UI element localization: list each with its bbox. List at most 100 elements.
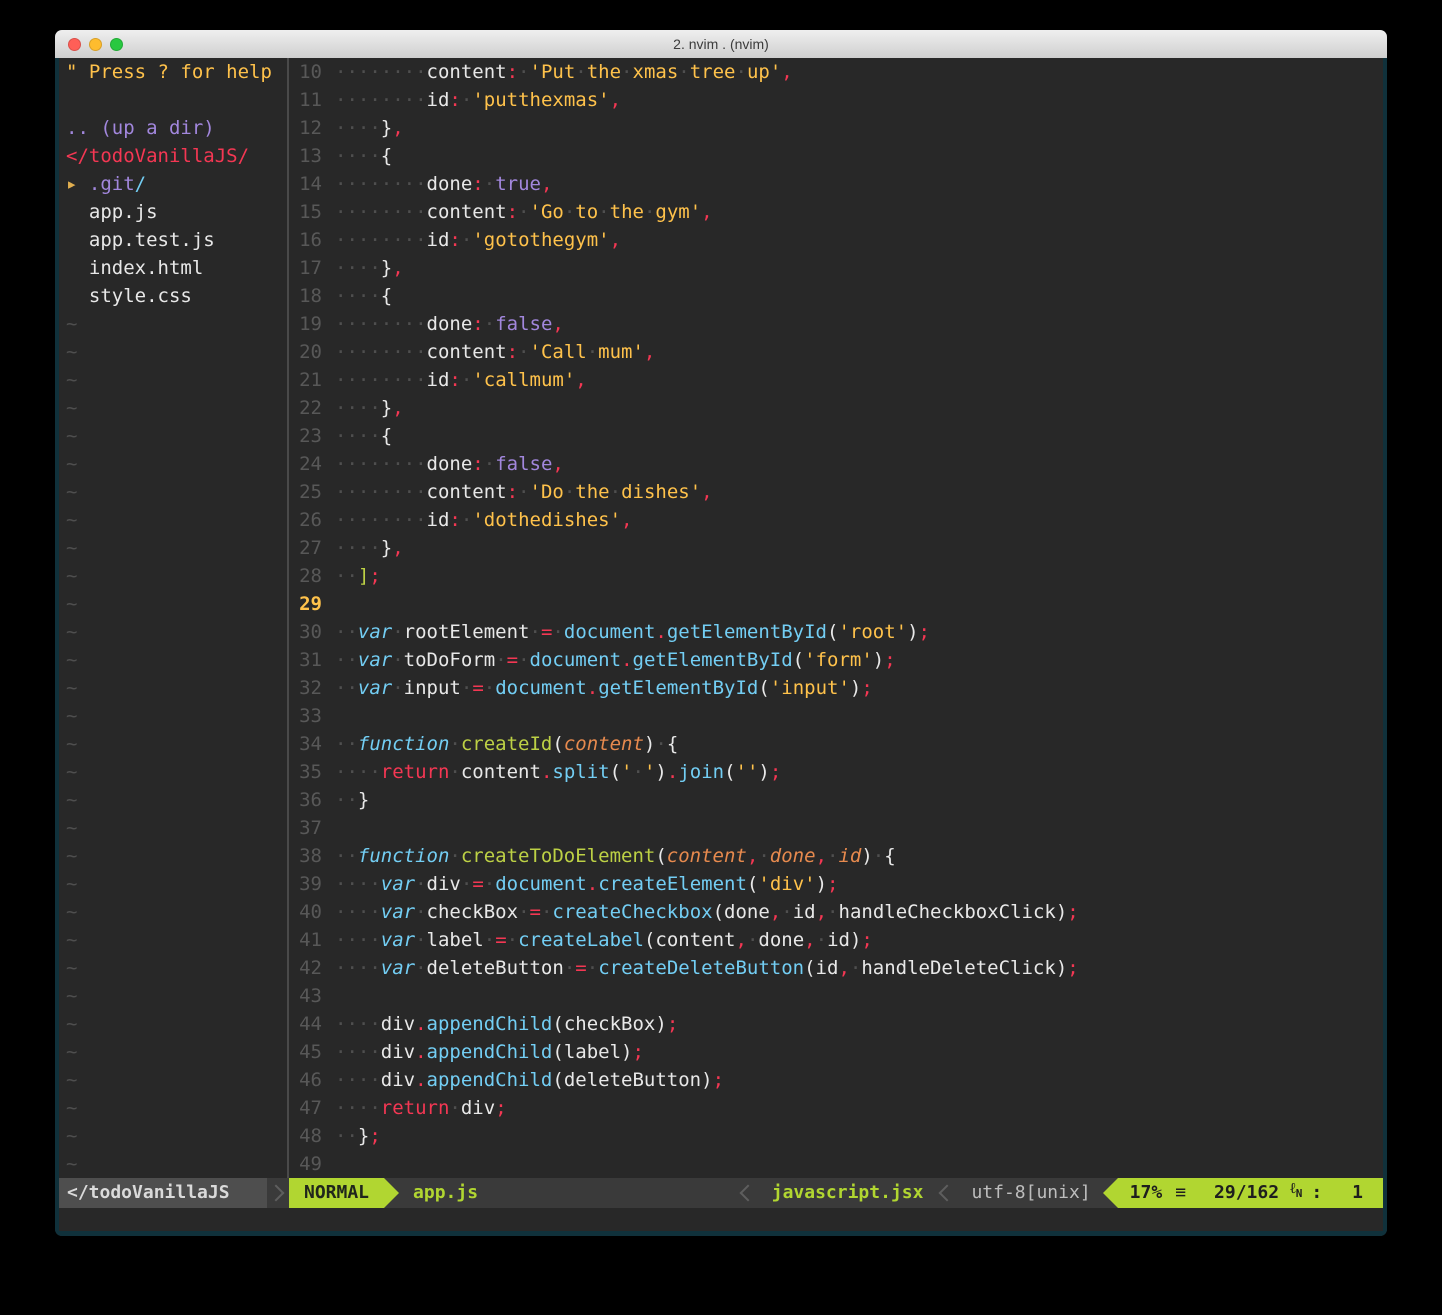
code-token: =: [472, 677, 483, 699]
code-line[interactable]: 11········id:·'putthexmas',: [289, 86, 1383, 114]
line-number: 31: [289, 646, 335, 674]
code-line[interactable]: 44····div.appendChild(checkBox);: [289, 1010, 1383, 1038]
empty-buffer-row: ~: [59, 1094, 287, 1122]
code-line[interactable]: 43: [289, 982, 1383, 1010]
space-dot: ········: [335, 173, 427, 195]
space-dot: ··: [335, 677, 358, 699]
tree-item[interactable]: </todoVanillaJS/: [59, 142, 287, 170]
tilde-marker: ~: [66, 901, 77, 923]
tilde-marker: ~: [66, 509, 77, 531]
code-line[interactable]: 20········content:·'Call·mum',: [289, 338, 1383, 366]
tree-item[interactable]: app.js: [59, 198, 287, 226]
space-dot: ·: [564, 201, 575, 223]
code-line[interactable]: 35····return·content.split('·').join('')…: [289, 758, 1383, 786]
code-line[interactable]: 14········done:·true,: [289, 170, 1383, 198]
code-line[interactable]: 39····var·div·=·document.createElement('…: [289, 870, 1383, 898]
code-token: var: [358, 677, 392, 699]
code-line[interactable]: 18····{: [289, 282, 1383, 310]
code-line[interactable]: 16········id:·'gotothegym',: [289, 226, 1383, 254]
code-token: ,: [804, 929, 815, 951]
code-token: rootElement: [404, 621, 530, 643]
code-line[interactable]: 36··}: [289, 786, 1383, 814]
line-number: 37: [289, 814, 335, 842]
code-token: ): [621, 1041, 632, 1063]
code-line[interactable]: 27····},: [289, 534, 1383, 562]
code-line[interactable]: 34··function·createId(content)·{: [289, 730, 1383, 758]
tree-item[interactable]: app.test.js: [59, 226, 287, 254]
statusline-position-segment: 17% ≡ 29/162 ℓN : 1: [1118, 1178, 1383, 1208]
space-dot: ·: [735, 61, 746, 83]
zoom-button[interactable]: [110, 38, 123, 51]
code-token: content: [564, 733, 644, 755]
nerdtree-panel: " Press ? for help .. (up a dir) </todoVan…: [59, 58, 287, 1178]
code-token: =: [530, 901, 541, 923]
code-line[interactable]: 19········done:·false,: [289, 310, 1383, 338]
code-line[interactable]: 26········id:·'dothedishes',: [289, 506, 1383, 534]
code-token: ;: [633, 1041, 644, 1063]
code-line[interactable]: 23····{: [289, 422, 1383, 450]
code-line[interactable]: 37: [289, 814, 1383, 842]
code-token: ,: [701, 481, 712, 503]
code-line[interactable]: 21········id:·'callmum',: [289, 366, 1383, 394]
code-line[interactable]: 29: [289, 590, 1383, 618]
space-dot: ········: [335, 89, 427, 111]
code-token: ): [758, 761, 769, 783]
code-line[interactable]: 40····var·checkBox·=·createCheckbox(done…: [289, 898, 1383, 926]
code-line[interactable]: 48··};: [289, 1122, 1383, 1150]
line-number: 12: [289, 114, 335, 142]
code-token: .: [667, 761, 678, 783]
code-line[interactable]: 42····var·deleteButton·=·createDeleteBut…: [289, 954, 1383, 982]
line-number: 40: [289, 898, 335, 926]
code-line[interactable]: 17····},: [289, 254, 1383, 282]
code-token: ;: [919, 621, 930, 643]
space-dot: ····: [335, 425, 381, 447]
titlebar[interactable]: 2. nvim . (nvim): [55, 30, 1387, 59]
command-line[interactable]: [59, 1208, 1383, 1231]
space-dot: ····: [335, 1013, 381, 1035]
code-line[interactable]: 10········content:·'Put·the·xmas·tree·up…: [289, 58, 1383, 86]
code-line[interactable]: 30··var·rootElement·=·document.getElemen…: [289, 618, 1383, 646]
code-line[interactable]: 15········content:·'Go·to·the·gym',: [289, 198, 1383, 226]
tilde-marker: ~: [66, 649, 77, 671]
tree-item[interactable]: index.html: [59, 254, 287, 282]
tree-item[interactable]: style.css: [59, 282, 287, 310]
close-button[interactable]: [68, 38, 81, 51]
code-token: (: [793, 649, 804, 671]
code-line[interactable]: 46····div.appendChild(deleteButton);: [289, 1066, 1383, 1094]
code-line[interactable]: 24········done:·false,: [289, 450, 1383, 478]
code-token: appendChild: [427, 1013, 553, 1035]
code-line[interactable]: 45····div.appendChild(label);: [289, 1038, 1383, 1066]
tree-token: </todoVanillaJS/: [66, 145, 249, 167]
code-line[interactable]: 32··var·input·=·document.getElementById(…: [289, 674, 1383, 702]
tilde-marker: ~: [66, 705, 77, 727]
tree-item[interactable]: .. (up a dir): [59, 114, 287, 142]
code-line[interactable]: 13····{: [289, 142, 1383, 170]
code-line[interactable]: 22····},: [289, 394, 1383, 422]
tree-item[interactable]: " Press ? for help: [59, 58, 287, 86]
tree-item[interactable]: [59, 86, 287, 114]
code-line[interactable]: 25········content:·'Do·the·dishes',: [289, 478, 1383, 506]
line-number: 25: [289, 478, 335, 506]
space-dot: ·: [621, 61, 632, 83]
code-line[interactable]: 33: [289, 702, 1383, 730]
code-token: {: [381, 425, 392, 447]
minimize-button[interactable]: [89, 38, 102, 51]
code-token: deleteButton: [564, 1069, 701, 1091]
code-line[interactable]: 41····var·label·=·createLabel(content,·d…: [289, 926, 1383, 954]
space-dot: ·: [827, 901, 838, 923]
code-token: (: [827, 621, 838, 643]
code-line[interactable]: 47····return·div;: [289, 1094, 1383, 1122]
code-token: ]: [358, 565, 369, 587]
code-line[interactable]: 12····},: [289, 114, 1383, 142]
code-token: div: [461, 1097, 495, 1119]
tree-item[interactable]: ▸ .git/: [59, 170, 287, 198]
code-token: done: [427, 313, 473, 335]
code-line[interactable]: 31··var·toDoForm·=·document.getElementBy…: [289, 646, 1383, 674]
code-line[interactable]: 28··];: [289, 562, 1383, 590]
code-token: ;: [667, 1013, 678, 1035]
tree-token: app.js: [66, 201, 158, 223]
code-line[interactable]: 49: [289, 1150, 1383, 1178]
code-line[interactable]: 38··function·createToDoElement(content,·…: [289, 842, 1383, 870]
space-dot: ·: [518, 481, 529, 503]
line-number: 10: [289, 58, 335, 86]
